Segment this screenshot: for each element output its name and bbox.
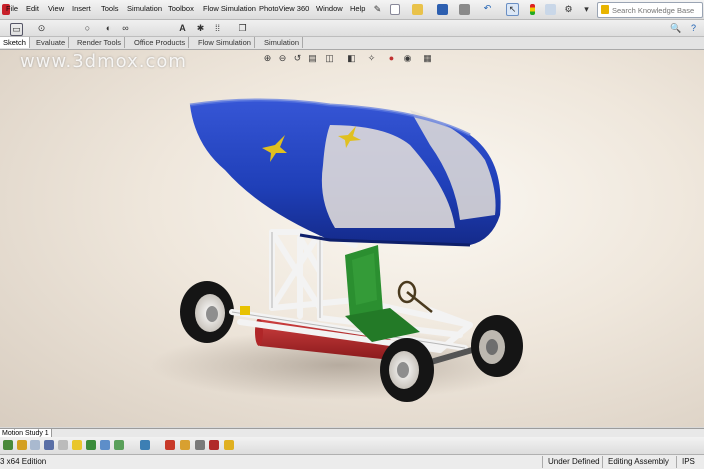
rear-left-wheel: [180, 281, 234, 343]
new-document-icon[interactable]: [390, 4, 400, 15]
mates-icon[interactable]: [58, 440, 68, 450]
canopy-shell: [189, 98, 501, 247]
search-knowledge-base[interactable]: [597, 2, 703, 18]
tab-flow-simulation[interactable]: Flow Simulation: [195, 37, 255, 48]
bottom-toolbar: [0, 437, 704, 455]
sketch-circle-icon[interactable]: ○: [82, 23, 93, 34]
explode-icon[interactable]: [100, 440, 110, 450]
tab-render-tools[interactable]: Render Tools: [74, 37, 126, 48]
status-edition: 3 x64 Edition: [0, 457, 47, 466]
steering-wheel: [397, 280, 433, 313]
edit-component-icon[interactable]: [17, 440, 27, 450]
search-input[interactable]: [612, 5, 698, 15]
status-bar: 3 x64 Edition Under Defined Editing Asse…: [0, 455, 704, 469]
select-icon[interactable]: ↖: [506, 3, 519, 16]
menu-window[interactable]: Window: [316, 4, 343, 13]
status-divider: [602, 456, 603, 468]
vehicle-model[interactable]: [0, 50, 704, 427]
menu-view[interactable]: View: [48, 4, 64, 13]
bill-of-materials-icon[interactable]: [140, 440, 150, 450]
point-icon[interactable]: ✱: [195, 23, 206, 34]
move-component-icon[interactable]: [86, 440, 96, 450]
window-controls-icon[interactable]: ▾: [581, 4, 592, 15]
play-icon[interactable]: [165, 440, 175, 450]
file-properties-icon[interactable]: [545, 4, 556, 15]
copy-entities-icon[interactable]: ❐: [237, 23, 248, 34]
front-right-wheel: [471, 315, 523, 377]
warning-icon[interactable]: [72, 440, 82, 450]
interference-icon[interactable]: [195, 440, 205, 450]
save-icon[interactable]: [437, 4, 448, 15]
status-divider: [676, 456, 677, 468]
text-icon[interactable]: A: [177, 23, 188, 34]
shock-absorber: [240, 306, 250, 315]
menu-help[interactable]: Help: [350, 4, 365, 13]
menu-bar: File Edit View Insert Tools Simulation T…: [0, 0, 704, 20]
link-icon[interactable]: ∞: [120, 23, 131, 34]
options-icon[interactable]: ⚙: [563, 4, 574, 15]
pin-icon[interactable]: ✎: [372, 4, 383, 15]
view-toolbar-icon[interactable]: ▭: [10, 23, 23, 36]
front-left-wheel: [380, 338, 434, 402]
section-view-icon[interactable]: ◐: [103, 23, 114, 34]
help-icon[interactable]: ?: [688, 23, 699, 34]
open-folder-icon[interactable]: [412, 4, 423, 15]
check-icon[interactable]: [30, 440, 40, 450]
status-definition: Under Defined: [548, 457, 600, 466]
zoom-in-icon[interactable]: 🔍: [670, 23, 681, 34]
gauge-icon[interactable]: [224, 440, 234, 450]
tab-sketch[interactable]: Sketch: [0, 37, 30, 48]
menu-file[interactable]: File: [6, 4, 18, 13]
menu-photoview[interactable]: PhotoView 360: [259, 4, 309, 13]
status-divider: [542, 456, 543, 468]
menu-edit[interactable]: Edit: [26, 4, 39, 13]
menu-flow-simulation[interactable]: Flow Simulation: [203, 4, 256, 13]
command-manager-tabs: Sketch Evaluate Render Tools Office Prod…: [0, 37, 704, 50]
sum-icon[interactable]: [44, 440, 54, 450]
print-icon[interactable]: [459, 4, 470, 15]
assembly-icon[interactable]: [3, 440, 13, 450]
menu-tools[interactable]: Tools: [101, 4, 119, 13]
standard-toolbar: ▭ ⊙ ○ ◐ ∞ A ✱ ⁞⁞ ❐ 🔍 ?: [0, 20, 704, 37]
status-units[interactable]: IPS: [682, 457, 695, 466]
rebuild-traffic-light-icon[interactable]: [530, 4, 535, 15]
sound-icon[interactable]: [180, 440, 190, 450]
smart-fasteners-icon[interactable]: [114, 440, 124, 450]
search-icon: [601, 5, 609, 14]
tab-evaluate[interactable]: Evaluate: [33, 37, 70, 48]
undo-icon[interactable]: ↶: [482, 3, 493, 14]
tab-office-products[interactable]: Office Products: [131, 37, 190, 48]
zoom-fit-icon[interactable]: ⊙: [36, 23, 47, 34]
linear-pattern-icon[interactable]: ⁞⁞: [212, 23, 223, 34]
status-mode: Editing Assembly: [608, 457, 669, 466]
results-icon[interactable]: [209, 440, 219, 450]
menu-toolbox[interactable]: Toolbox: [168, 4, 194, 13]
menu-insert[interactable]: Insert: [72, 4, 91, 13]
graphics-viewport[interactable]: www.3dmox.com ⊕ ⊖ ↺ ▤ ◫ ◧ ✧ ● ◉ ▦: [0, 50, 704, 427]
tab-simulation[interactable]: Simulation: [261, 37, 304, 48]
menu-simulation[interactable]: Simulation: [127, 4, 162, 13]
